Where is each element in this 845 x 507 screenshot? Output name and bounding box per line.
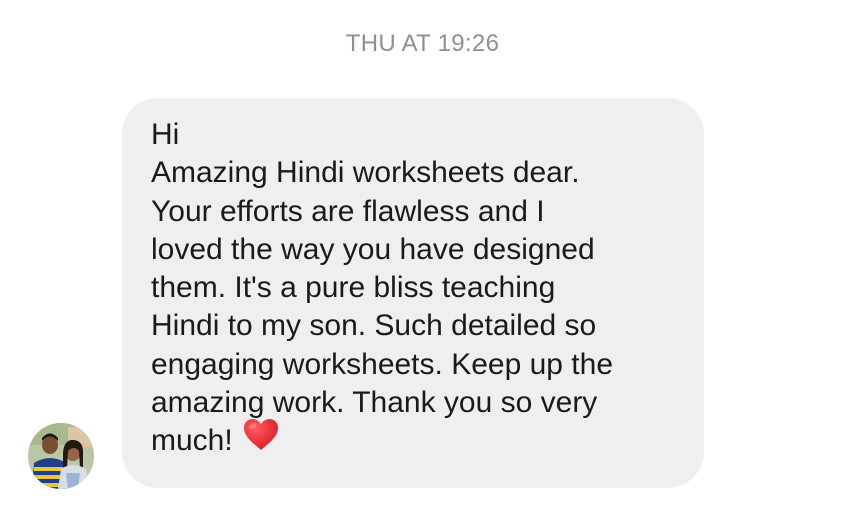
message-line: amazing work. Thank you so very — [151, 386, 598, 420]
message-line: Your efforts are flawless and I — [151, 194, 545, 228]
message-line: engaging worksheets. Keep up the — [151, 347, 613, 381]
message-last-line: much! — [151, 418, 684, 461]
message-line: Amazing Hindi worksheets dear. — [151, 156, 580, 190]
sender-avatar[interactable] — [28, 423, 94, 489]
message-line: them. It's a pure bliss teaching — [151, 271, 556, 305]
message-line-text: much! — [151, 424, 233, 458]
message-line: loved the way you have designed — [151, 232, 595, 266]
message-line: Hi — [151, 118, 180, 151]
message-line: Hindi to my son. Such detailed so — [151, 309, 597, 343]
avatar-photo-icon — [28, 423, 94, 489]
red-heart-icon — [243, 418, 279, 461]
message-row: Hi Amazing Hindi worksheets dear. Your e… — [0, 0, 845, 507]
message-bubble[interactable]: Hi Amazing Hindi worksheets dear. Your e… — [122, 98, 704, 488]
